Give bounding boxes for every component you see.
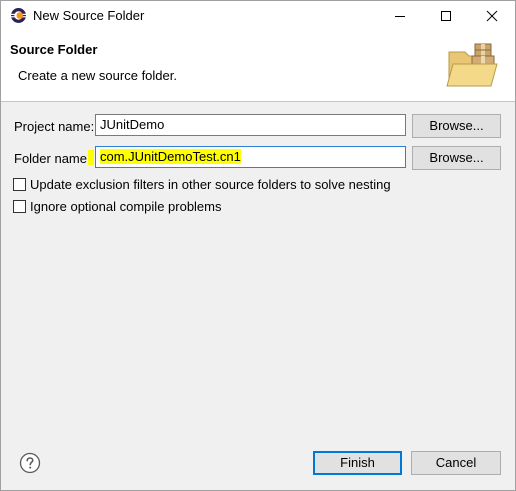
folder-browse-button[interactable]: Browse... bbox=[412, 146, 501, 170]
project-name-field[interactable]: JUnitDemo bbox=[95, 114, 406, 136]
wizard-banner: Source Folder Create a new source folder… bbox=[1, 30, 515, 102]
banner-title: Source Folder bbox=[10, 42, 98, 57]
cancel-button[interactable]: Cancel bbox=[411, 451, 501, 475]
close-button[interactable] bbox=[469, 1, 515, 30]
folder-name-label-text: Folder name: bbox=[14, 151, 91, 166]
update-exclusion-filters-label: Update exclusion filters in other source… bbox=[30, 177, 391, 192]
update-exclusion-filters-checkbox[interactable] bbox=[13, 178, 26, 191]
help-icon[interactable] bbox=[19, 452, 41, 474]
new-source-folder-dialog: New Source Folder Source Folder Create a… bbox=[0, 0, 516, 491]
banner-description: Create a new source folder. bbox=[18, 68, 177, 83]
close-icon bbox=[486, 10, 498, 22]
maximize-button[interactable] bbox=[423, 1, 469, 30]
folder-name-field[interactable]: com.JUnitDemoTest.cn1 bbox=[95, 146, 406, 168]
maximize-icon bbox=[441, 11, 451, 21]
folder-name-label: Folder name: bbox=[14, 151, 91, 166]
title-bar[interactable]: New Source Folder bbox=[1, 1, 515, 30]
eclipse-icon bbox=[11, 8, 26, 23]
project-browse-button[interactable]: Browse... bbox=[412, 114, 501, 138]
folder-package-icon bbox=[446, 43, 498, 87]
highlight-mark bbox=[88, 150, 94, 165]
finish-button[interactable]: Finish bbox=[313, 451, 402, 475]
folder-name-value: com.JUnitDemoTest.cn1 bbox=[100, 149, 241, 164]
window-title: New Source Folder bbox=[33, 8, 145, 23]
minimize-icon bbox=[395, 16, 405, 17]
minimize-button[interactable] bbox=[377, 1, 423, 30]
ignore-compile-problems-label: Ignore optional compile problems bbox=[30, 199, 222, 214]
ignore-compile-problems-checkbox[interactable] bbox=[13, 200, 26, 213]
project-name-label: Project name: bbox=[14, 119, 95, 134]
